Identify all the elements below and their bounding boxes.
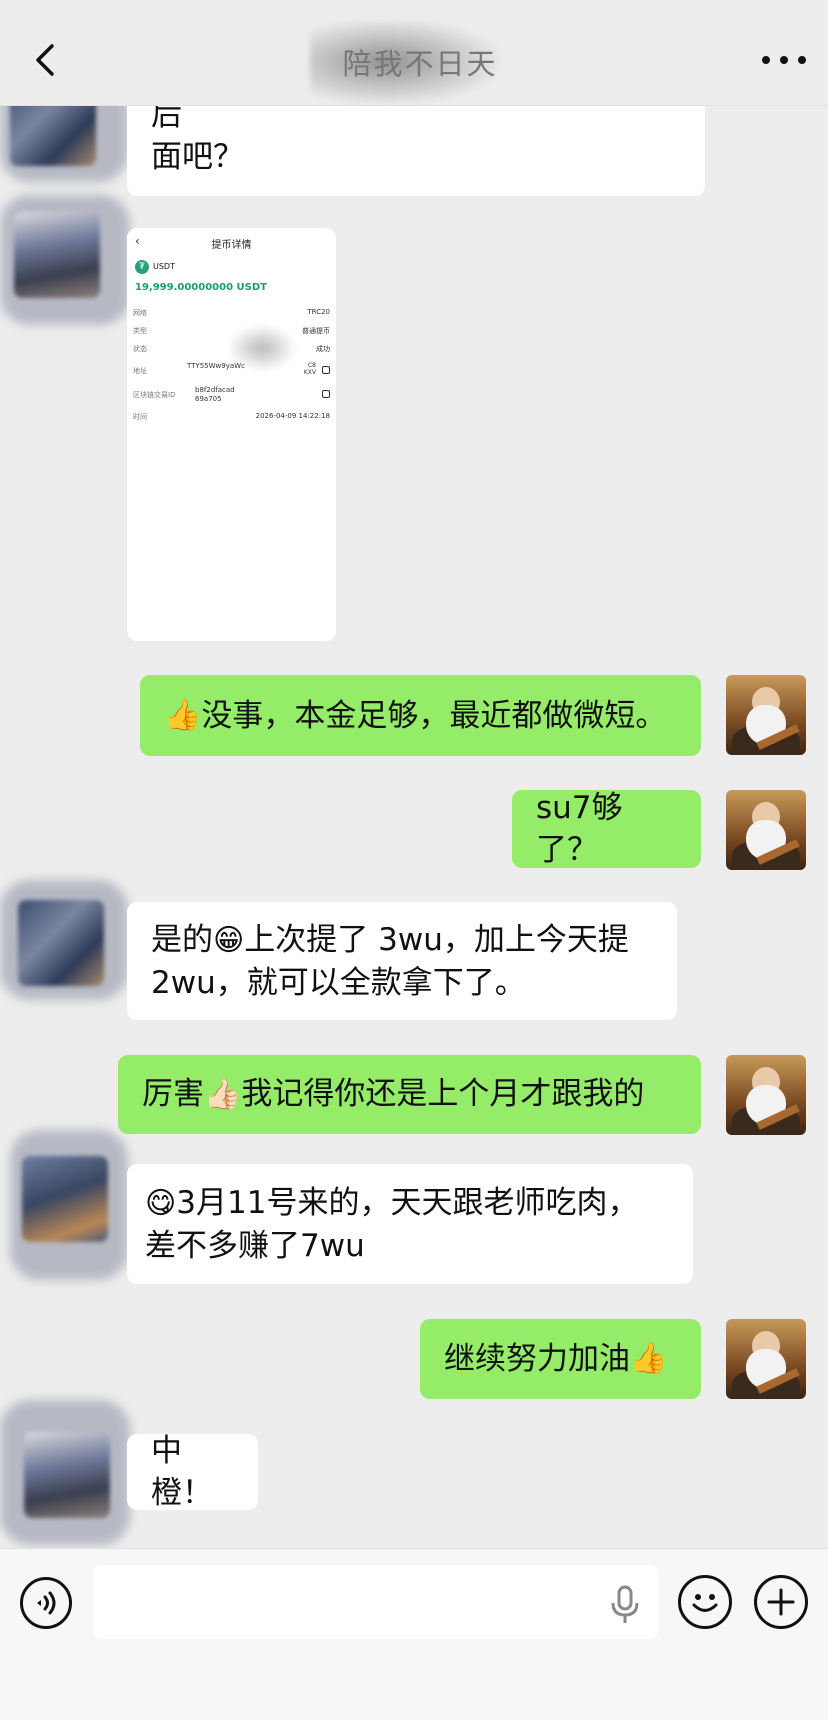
screenshot-redaction (227, 324, 297, 372)
back-chevron-icon[interactable] (26, 40, 66, 80)
row-key: 状态 (133, 345, 147, 353)
thumbs-up-emoji-icon: 👍 (164, 697, 202, 733)
row-key: 区块链交易ID (133, 391, 176, 399)
screenshot-row: 区块链交易ID b8f2dfacad 69a705 (133, 386, 330, 406)
avatar-self[interactable] (726, 1055, 806, 1135)
screenshot-coin-name: USDT (153, 262, 175, 271)
message-bubble-outgoing[interactable]: 厉害👍🏻我记得你还是上个月才跟我的 (118, 1055, 701, 1134)
message-text: 继续努力加油 (444, 1341, 630, 1377)
message-bubble-incoming[interactable]: 是的😁上次提了 3wu，加上今天提 2wu，就可以全款拿下了。 (127, 902, 677, 1020)
message-bubble-incoming[interactable]: 老师我 8wu 刚刚提了 2wu，不影响后 面吧？ (127, 55, 705, 196)
row-key: 时间 (133, 413, 147, 421)
message-bubble-incoming[interactable]: 😋3月11号来的，天天跟老师吃肉， 差不多赚了7wu (127, 1164, 693, 1284)
row-value: 2026-04-09 14:22:18 (255, 412, 330, 420)
avatar-self[interactable] (726, 790, 806, 870)
message-text: 没事，本金足够，最近都做微短。 (201, 697, 667, 734)
copy-icon (322, 366, 330, 374)
row-value-cont: 69a705 (195, 395, 222, 403)
chat-header: 陪我不日天 (0, 0, 828, 106)
screenshot-row: 网络 TRC20 (133, 308, 330, 322)
message-input[interactable] (93, 1565, 658, 1639)
avatar-contact[interactable] (24, 1432, 110, 1518)
message-bubble-incoming[interactable]: 中橙！ (127, 1433, 258, 1511)
message-text: 😋3月11号来的，天天跟老师吃肉， 差不多赚了7wu (145, 1182, 638, 1267)
thumbs-up-emoji-icon: 👍🏻 (204, 1077, 242, 1112)
screenshot-title: 提币详情 (211, 240, 252, 251)
image-message-withdrawal-screenshot[interactable]: ‹ 提币详情 ₮ USDT 19,999.00000000 USDT 网络 TR… (127, 228, 336, 641)
row-key: 网络 (133, 309, 147, 317)
emoji-picker-icon[interactable] (678, 1575, 732, 1629)
plus-more-icon[interactable] (754, 1575, 808, 1629)
row-value-tail: C8 KXV (303, 362, 316, 376)
avatar-contact[interactable] (14, 212, 100, 298)
grin-emoji-icon: 😁 (213, 922, 245, 958)
row-key: 类型 (133, 327, 147, 335)
message-text: 是的😁上次提了 3wu，加上今天提 2wu，就可以全款拿下了。 (151, 919, 629, 1004)
thumbs-up-emoji-icon: 👍 (630, 1341, 668, 1376)
row-value: 成功 (316, 345, 330, 353)
message-text-b: 我记得你还是上个月才跟我的 (241, 1076, 645, 1112)
row-key: 地址 (133, 367, 147, 375)
copy-icon (322, 390, 330, 398)
row-value: b8f2dfacad (195, 386, 235, 394)
message-text: 厉害👍🏻我记得你还是上个月才跟我的 (142, 1073, 644, 1116)
avatar-contact[interactable] (22, 1156, 108, 1242)
avatar-self[interactable] (726, 675, 806, 755)
voice-input-icon[interactable] (20, 1577, 72, 1629)
row-value: 普通提币 (302, 327, 330, 335)
message-bubble-outgoing[interactable]: 👍 没事，本金足够，最近都做微短。 (140, 675, 701, 756)
avatar-self[interactable] (726, 1319, 806, 1399)
screenshot-row: 时间 2026-04-09 14:22:18 (133, 412, 330, 426)
message-bubble-outgoing[interactable]: su7够了？ (512, 790, 701, 868)
message-text-a: 厉害 (142, 1076, 204, 1112)
avatar-contact[interactable] (18, 900, 104, 986)
more-options-icon[interactable] (762, 48, 806, 72)
message-text: 中橙！ (151, 1433, 213, 1511)
message-text-a: 是的 (151, 921, 213, 958)
chat-title-area: 陪我不日天 (300, 20, 540, 104)
row-value: TRC20 (307, 308, 330, 316)
message-bubble-outgoing[interactable]: 继续努力加油 👍 (420, 1319, 701, 1399)
yum-emoji-icon: 😋 (145, 1185, 177, 1221)
microphone-icon[interactable] (608, 1585, 642, 1625)
chat-title: 陪我不日天 (342, 47, 498, 81)
message-text: su7够了？ (536, 790, 623, 868)
screenshot-amount: 19,999.00000000 USDT (135, 282, 267, 293)
message-text-body: 3月11号来的，天天跟老师吃肉， 差不多赚了7wu (145, 1184, 639, 1264)
usdt-coin-icon: ₮ (135, 260, 149, 274)
input-bar (0, 1548, 828, 1720)
